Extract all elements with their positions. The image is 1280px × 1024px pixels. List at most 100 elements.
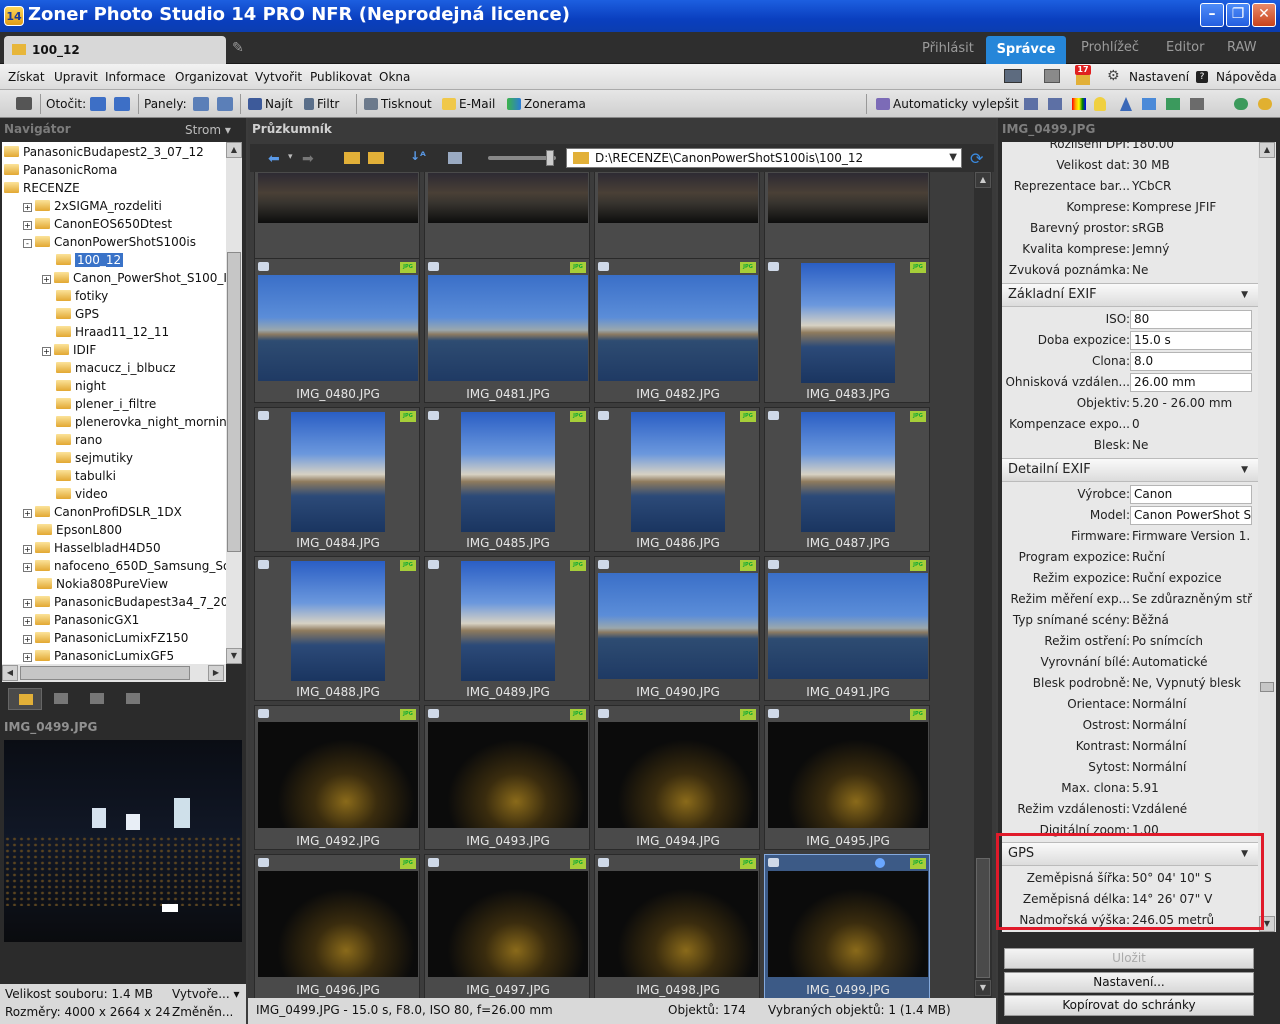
chevron-down-icon[interactable]: ▼: [1241, 284, 1248, 306]
folder-tree-item[interactable]: + nafoceno_650D_Samsung_Sony: [23, 557, 242, 575]
thumbnail-item[interactable]: JPG IMG_0486.JPG: [594, 407, 760, 552]
tab-spravce[interactable]: Správce: [986, 36, 1066, 64]
view-mode-icon[interactable]: [448, 152, 462, 164]
help-menu[interactable]: Nápověda: [1216, 70, 1277, 84]
tab-network-icon[interactable]: [126, 693, 140, 704]
scroll-up-button[interactable]: ▲: [1259, 142, 1275, 158]
menu-publikovat[interactable]: Publikovat: [310, 70, 372, 84]
bulb-icon[interactable]: [1094, 97, 1106, 111]
folder-tree-item[interactable]: + HasselbladH4D50: [23, 539, 161, 557]
folder-tree-item[interactable]: night: [42, 377, 106, 395]
thumbnail-item[interactable]: JPG IMG_0490.JPG: [594, 556, 760, 701]
tab-raw[interactable]: RAW: [1227, 40, 1257, 55]
thumbnail-item[interactable]: JPG IMG_0484.JPG: [254, 407, 420, 552]
settings-button[interactable]: Nastavení...: [1004, 972, 1254, 993]
folder-tree-item[interactable]: plener_i_filtre: [42, 395, 156, 413]
login-link[interactable]: Přihlásit: [922, 41, 974, 56]
restore-button[interactable]: ❐: [1226, 3, 1250, 27]
notification-badge[interactable]: 17: [1075, 65, 1091, 75]
rotate-left-icon[interactable]: [90, 97, 106, 111]
folder-tree-item[interactable]: + CanonProfiDSLR_1DX: [23, 503, 182, 521]
property-value[interactable]: Canon: [1130, 485, 1252, 504]
panel-layout-2-icon[interactable]: [217, 97, 233, 111]
thumbnail-item[interactable]: JPG IMG_0492.JPG: [254, 705, 420, 850]
auto-enhance-button[interactable]: Automaticky vylepšit: [876, 97, 1019, 111]
filter-button[interactable]: Filtr: [304, 97, 339, 111]
property-value[interactable]: 26.00 mm: [1130, 373, 1252, 392]
thumbnail-item[interactable]: JPG IMG_0493.JPG: [424, 705, 590, 850]
thumbnail-item[interactable]: JPG IMG_0487.JPG: [764, 407, 930, 552]
thumbnail-item[interactable]: JPG IMG_0482.JPG: [594, 258, 760, 403]
property-value[interactable]: 8.0: [1130, 352, 1252, 371]
sort-icon[interactable]: ↓ᴬ: [410, 149, 426, 163]
created-dropdown[interactable]: Vytvoře... ▾: [172, 987, 239, 1001]
menu-okna[interactable]: Okna: [379, 70, 410, 84]
forward-arrow-icon[interactable]: ➡: [302, 151, 314, 167]
more-tools-icon[interactable]: [1190, 98, 1204, 110]
tab-editor[interactable]: Editor: [1166, 40, 1204, 55]
thumbnail-item[interactable]: JPG IMG_0483.JPG: [764, 258, 930, 403]
property-value[interactable]: 80: [1130, 310, 1252, 329]
scroll-thumb[interactable]: [976, 858, 990, 978]
gear-icon[interactable]: ⚙: [1107, 68, 1120, 84]
expand-icon[interactable]: +: [23, 203, 32, 212]
sharpen-icon[interactable]: [1120, 97, 1132, 111]
tab-camera-icon[interactable]: [90, 693, 104, 704]
folder-tree-vscrollbar[interactable]: ▲ ▼: [226, 142, 242, 664]
thumbnail-item[interactable]: JPG IMG_0480.JPG: [254, 258, 420, 403]
expand-icon[interactable]: +: [23, 599, 32, 608]
property-value[interactable]: Canon PowerShot S: [1130, 506, 1252, 525]
color-icon[interactable]: [1072, 98, 1086, 110]
folder-tree-item[interactable]: sejmutiky: [42, 449, 133, 467]
scroll-up-button[interactable]: ▲: [226, 142, 242, 158]
folder-up-icon[interactable]: [344, 152, 360, 164]
zonerama-button[interactable]: Zonerama: [507, 97, 586, 111]
menu-vytvorit[interactable]: Vytvořit: [255, 70, 302, 84]
folder-tree-item[interactable]: PanasonicBudapest2_3_07_12: [4, 143, 204, 161]
grid-vscrollbar[interactable]: ▲ ▼: [974, 172, 992, 998]
thumbnail-item[interactable]: JPG IMG_0481.JPG: [424, 258, 590, 403]
back-arrow-icon[interactable]: ⬅: [268, 151, 280, 167]
slider-handle[interactable]: [546, 150, 554, 166]
folder-tree-item[interactable]: + PanasonicBudapest3a4_7_2012: [23, 593, 242, 611]
chevron-down-icon[interactable]: ▼: [1241, 459, 1248, 481]
folder-tree-item[interactable]: + PanasonicLumixFZ150: [23, 629, 188, 647]
scroll-up-button[interactable]: ▲: [975, 172, 991, 188]
folder-tree-item[interactable]: + IDIF: [42, 341, 96, 359]
hscroll-thumb[interactable]: [20, 666, 190, 680]
folder-tree-item[interactable]: rano: [42, 431, 102, 449]
refresh-icon[interactable]: ⟳: [970, 149, 983, 168]
path-field[interactable]: D:\RECENZE\CanonPowerShotS100is\100_12 ▼: [566, 148, 962, 168]
folder-tree-item[interactable]: - CanonPowerShotS100is: [23, 233, 196, 251]
thumbnail-item[interactable]: JPG IMG_0485.JPG: [424, 407, 590, 552]
scroll-right-button[interactable]: ▶: [208, 665, 224, 681]
thumbnail-item[interactable]: JPG IMG_0498.JPG: [594, 854, 760, 998]
save-button[interactable]: Uložit: [1004, 948, 1254, 969]
expand-icon[interactable]: +: [23, 509, 32, 518]
folder-tree-item[interactable]: 100_12: [42, 251, 124, 269]
rotate-right-icon[interactable]: [114, 97, 130, 111]
folder-tree-item[interactable]: plenerovka_night_morning: [42, 413, 234, 431]
scroll-thumb[interactable]: [1260, 682, 1274, 692]
crop-icon[interactable]: [1142, 98, 1156, 110]
section-detail-exif[interactable]: Detailní EXIF ▼: [1002, 458, 1258, 482]
thumbnail-item[interactable]: JPG IMG_0497.JPG: [424, 854, 590, 998]
expand-icon[interactable]: +: [42, 347, 51, 356]
tab-prohlizec[interactable]: Prohlížeč: [1081, 40, 1139, 55]
histogram-icon[interactable]: [1048, 98, 1062, 110]
collapse-icon[interactable]: -: [23, 239, 32, 248]
section-basic-exif[interactable]: Základní EXIF ▼: [1002, 283, 1258, 307]
settings-menu[interactable]: Nastavení: [1129, 70, 1189, 84]
scroll-thumb[interactable]: [227, 252, 241, 552]
thumbnail-item[interactable]: JPG IMG_0494.JPG: [594, 705, 760, 850]
path-dropdown-icon[interactable]: ▼: [949, 149, 957, 167]
tab-albums-icon[interactable]: [54, 693, 68, 704]
menu-informace[interactable]: Informace: [105, 70, 165, 84]
help-icon[interactable]: ?: [1196, 71, 1208, 83]
zoom-icon[interactable]: [1234, 98, 1248, 110]
levels-icon[interactable]: [1024, 98, 1038, 110]
folder-tree-item[interactable]: GPS: [42, 305, 99, 323]
thumbnail-item[interactable]: JPG IMG_0499.JPG: [764, 854, 930, 998]
printer-icon[interactable]: [1044, 69, 1060, 83]
minimize-button[interactable]: –: [1200, 3, 1224, 27]
